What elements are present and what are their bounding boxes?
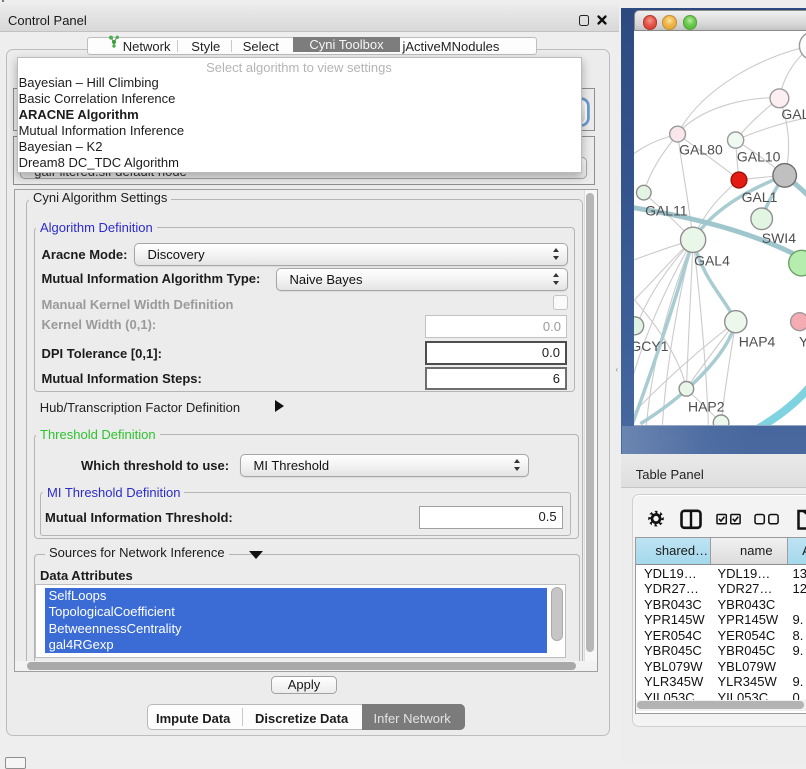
- svg-text:GAL10: GAL10: [736, 148, 780, 164]
- svg-text:GAL80: GAL80: [679, 141, 723, 157]
- svg-text:Y: Y: [799, 333, 806, 349]
- svg-text:SWI4: SWI4: [761, 230, 795, 246]
- svg-text:HAP2: HAP2: [688, 398, 725, 414]
- svg-text:GAL4: GAL4: [694, 252, 730, 268]
- svg-text:GAL11: GAL11: [645, 202, 688, 218]
- svg-text:GAL2: GAL2: [781, 106, 806, 122]
- svg-text:GCY1: GCY1: [634, 338, 669, 354]
- svg-text:HAP4: HAP4: [738, 333, 775, 349]
- svg-text:GAL1: GAL1: [741, 189, 777, 205]
